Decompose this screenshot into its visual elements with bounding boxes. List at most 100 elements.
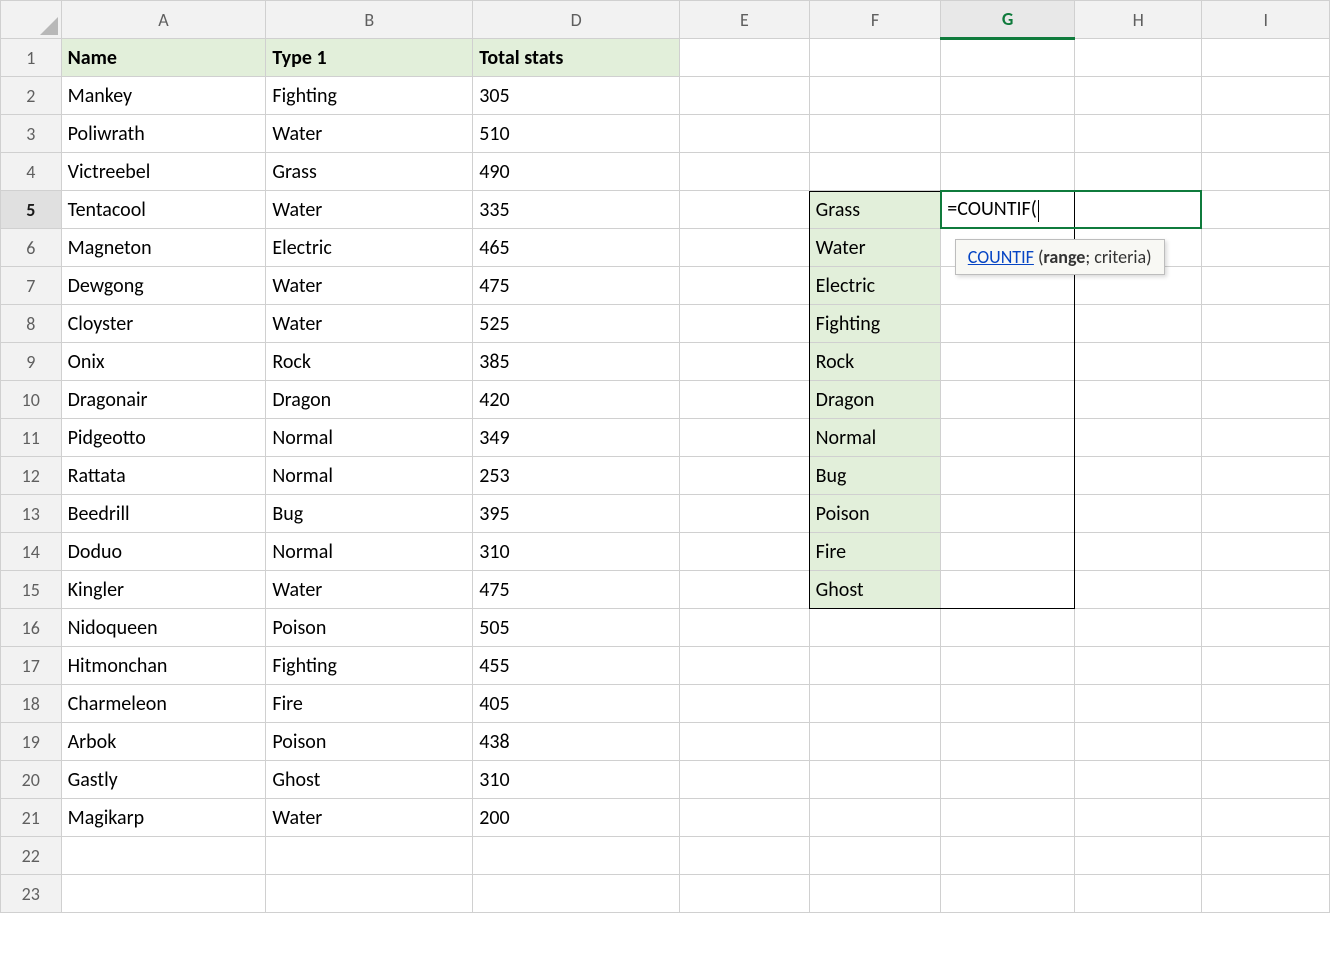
cell-B12[interactable]: Normal xyxy=(266,457,473,495)
row-header-23[interactable]: 23 xyxy=(1,875,62,913)
cell-F19[interactable] xyxy=(809,723,941,761)
cell-F14[interactable]: Fire xyxy=(809,533,941,571)
cell-G22[interactable] xyxy=(941,837,1075,875)
row-header-19[interactable]: 19 xyxy=(1,723,62,761)
cell-I2[interactable] xyxy=(1202,77,1330,115)
cell-D19[interactable]: 438 xyxy=(473,723,680,761)
cell-G23[interactable] xyxy=(941,875,1075,913)
cell-E22[interactable] xyxy=(680,837,810,875)
cell-H12[interactable] xyxy=(1075,457,1202,495)
cell-H14[interactable] xyxy=(1075,533,1202,571)
cell-H2[interactable] xyxy=(1075,77,1202,115)
tooltip-func-link[interactable]: COUNTIF xyxy=(968,246,1034,268)
cell-B11[interactable]: Normal xyxy=(266,419,473,457)
cell-A22[interactable] xyxy=(61,837,266,875)
cell-E19[interactable] xyxy=(680,723,810,761)
row-header-20[interactable]: 20 xyxy=(1,761,62,799)
cell-A19[interactable]: Arbok xyxy=(61,723,266,761)
cell-A10[interactable]: Dragonair xyxy=(61,381,266,419)
cell-E20[interactable] xyxy=(680,761,810,799)
cell-F13[interactable]: Poison xyxy=(809,495,941,533)
cell-H13[interactable] xyxy=(1075,495,1202,533)
cell-E9[interactable] xyxy=(680,343,810,381)
row-header-15[interactable]: 15 xyxy=(1,571,62,609)
cell-H9[interactable] xyxy=(1075,343,1202,381)
col-header-I[interactable]: I xyxy=(1202,1,1330,39)
cell-I3[interactable] xyxy=(1202,115,1330,153)
cell-D11[interactable]: 349 xyxy=(473,419,680,457)
cell-D14[interactable]: 310 xyxy=(473,533,680,571)
cell-F17[interactable] xyxy=(809,647,941,685)
cell-F3[interactable] xyxy=(809,115,941,153)
row-header-4[interactable]: 4 xyxy=(1,153,62,191)
cell-F16[interactable] xyxy=(809,609,941,647)
cell-E8[interactable] xyxy=(680,305,810,343)
cell-H20[interactable] xyxy=(1075,761,1202,799)
cell-D10[interactable]: 420 xyxy=(473,381,680,419)
cell-F23[interactable] xyxy=(809,875,941,913)
cell-I14[interactable] xyxy=(1202,533,1330,571)
cell-F20[interactable] xyxy=(809,761,941,799)
cell-I11[interactable] xyxy=(1202,419,1330,457)
cell-B17[interactable]: Fighting xyxy=(266,647,473,685)
cell-G20[interactable] xyxy=(941,761,1075,799)
col-header-A[interactable]: A xyxy=(61,1,266,39)
cell-G16[interactable] xyxy=(941,609,1075,647)
cell-A12[interactable]: Rattata xyxy=(61,457,266,495)
cell-D15[interactable]: 475 xyxy=(473,571,680,609)
cell-I17[interactable] xyxy=(1202,647,1330,685)
cell-E6[interactable] xyxy=(680,229,810,267)
cell-I13[interactable] xyxy=(1202,495,1330,533)
cell-E17[interactable] xyxy=(680,647,810,685)
cell-G18[interactable] xyxy=(941,685,1075,723)
cell-A11[interactable]: Pidgeotto xyxy=(61,419,266,457)
cell-F2[interactable] xyxy=(809,77,941,115)
cell-D23[interactable] xyxy=(473,875,680,913)
cell-F21[interactable] xyxy=(809,799,941,837)
cell-F9[interactable]: Rock xyxy=(809,343,941,381)
cell-A17[interactable]: Hitmonchan xyxy=(61,647,266,685)
formula-text[interactable]: =COUNTIF( xyxy=(947,197,1036,221)
col-header-D[interactable]: D xyxy=(473,1,680,39)
cell-B13[interactable]: Bug xyxy=(266,495,473,533)
cell-F11[interactable]: Normal xyxy=(809,419,941,457)
cell-H3[interactable] xyxy=(1075,115,1202,153)
cell-E15[interactable] xyxy=(680,571,810,609)
cell-G5[interactable]: =COUNTIF( xyxy=(941,191,1075,229)
cell-E14[interactable] xyxy=(680,533,810,571)
cell-A2[interactable]: Mankey xyxy=(61,77,266,115)
spreadsheet-grid[interactable]: A B D E F G H I 1NameType 1Total stats2M… xyxy=(0,0,1330,913)
row-header-3[interactable]: 3 xyxy=(1,115,62,153)
cell-G4[interactable] xyxy=(941,153,1075,191)
cell-B5[interactable]: Water xyxy=(266,191,473,229)
cell-A9[interactable]: Onix xyxy=(61,343,266,381)
cell-B9[interactable]: Rock xyxy=(266,343,473,381)
col-header-F[interactable]: F xyxy=(809,1,941,39)
cell-G1[interactable] xyxy=(941,39,1075,77)
cell-H4[interactable] xyxy=(1075,153,1202,191)
row-header-11[interactable]: 11 xyxy=(1,419,62,457)
cell-I20[interactable] xyxy=(1202,761,1330,799)
cell-E23[interactable] xyxy=(680,875,810,913)
cell-I18[interactable] xyxy=(1202,685,1330,723)
row-header-18[interactable]: 18 xyxy=(1,685,62,723)
cell-A4[interactable]: Victreebel xyxy=(61,153,266,191)
cell-H21[interactable] xyxy=(1075,799,1202,837)
cell-F8[interactable]: Fighting xyxy=(809,305,941,343)
cell-D7[interactable]: 475 xyxy=(473,267,680,305)
cell-D22[interactable] xyxy=(473,837,680,875)
cell-H23[interactable] xyxy=(1075,875,1202,913)
cell-F1[interactable] xyxy=(809,39,941,77)
cell-G9[interactable] xyxy=(941,343,1075,381)
row-header-17[interactable]: 17 xyxy=(1,647,62,685)
cell-I9[interactable] xyxy=(1202,343,1330,381)
cell-I12[interactable] xyxy=(1202,457,1330,495)
cell-B6[interactable]: Electric xyxy=(266,229,473,267)
cell-A18[interactable]: Charmeleon xyxy=(61,685,266,723)
cell-B14[interactable]: Normal xyxy=(266,533,473,571)
cell-H10[interactable] xyxy=(1075,381,1202,419)
col-header-H[interactable]: H xyxy=(1075,1,1202,39)
cell-H22[interactable] xyxy=(1075,837,1202,875)
cell-D17[interactable]: 455 xyxy=(473,647,680,685)
cell-H15[interactable] xyxy=(1075,571,1202,609)
